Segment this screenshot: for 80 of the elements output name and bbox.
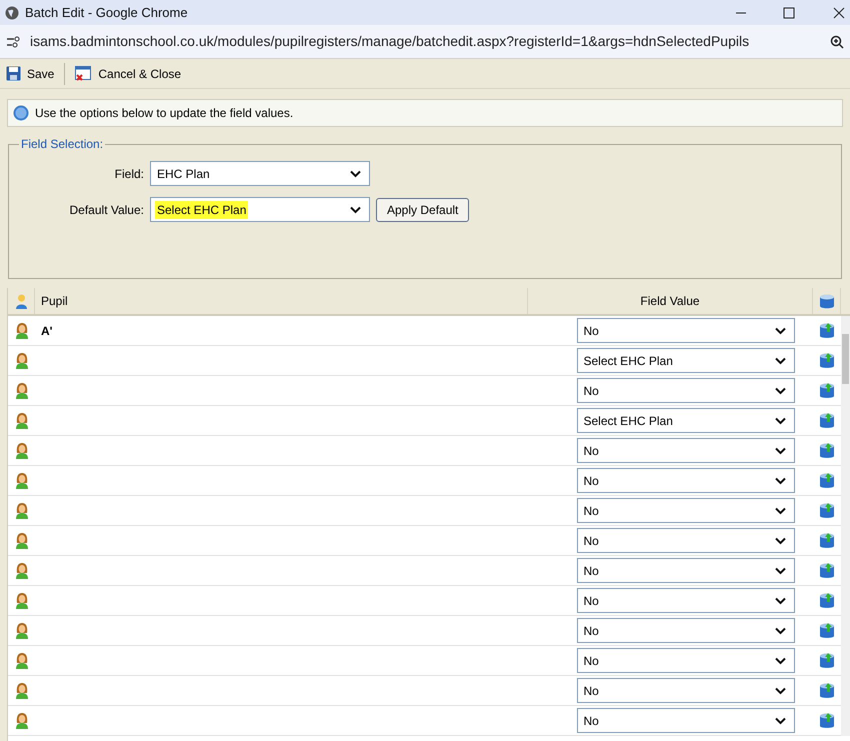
cancel-close-button[interactable]: Cancel & Close — [75, 64, 182, 82]
upload-icon[interactable] — [819, 652, 835, 669]
pupil-icon — [14, 682, 28, 700]
window-title: Batch Edit - Google Chrome — [25, 4, 189, 22]
dropdown[interactable]: No — [576, 468, 794, 493]
chevron-down-icon — [774, 416, 786, 424]
upload-icon[interactable] — [819, 712, 835, 729]
pupil-name: A' — [41, 324, 53, 338]
dropdown[interactable]: No — [576, 618, 794, 643]
column-header[interactable]: Pupil — [35, 288, 528, 314]
legend-text: Field Selection: — [20, 136, 104, 153]
chevron-down-icon — [774, 386, 786, 394]
close-icon[interactable] — [833, 6, 845, 18]
dropdown[interactable]: No — [576, 678, 794, 703]
save-button[interactable]: Save — [6, 64, 54, 82]
upload-icon[interactable] — [819, 442, 835, 459]
chevron-down-icon — [350, 206, 361, 214]
dropdown[interactable]: No — [576, 588, 794, 613]
pupil-icon — [14, 412, 28, 430]
database-icon — [818, 293, 834, 309]
upload-icon[interactable] — [819, 622, 835, 639]
dropdown[interactable]: No — [576, 318, 794, 343]
chevron-down-icon — [774, 506, 786, 514]
dropdown[interactable]: Select EHC Plan — [576, 408, 794, 433]
pupil-icon — [14, 652, 28, 670]
pupil-icon — [14, 442, 28, 460]
site-settings-icon[interactable] — [6, 36, 20, 48]
chevron-down-icon — [774, 446, 786, 454]
url-text[interactable]: isams.badmintonschool.co.uk/modules/pupilregisters/manage/batchedit.aspx?registerId=1&args=hdnSelectedPupils — [30, 31, 820, 52]
pupil-icon — [14, 532, 28, 550]
dropdown[interactable]: No — [576, 528, 794, 553]
upload-icon[interactable] — [819, 682, 835, 699]
apply-default-button[interactable]: Apply Default — [376, 198, 470, 222]
person-icon — [14, 293, 28, 309]
chevron-down-icon — [774, 326, 786, 334]
field-label: Field: — [114, 166, 144, 182]
dropdown[interactable]: No — [576, 438, 794, 463]
upload-icon[interactable] — [819, 472, 835, 489]
pupil-icon — [14, 322, 28, 340]
dropdown[interactable]: EHC Plan — [150, 161, 370, 186]
chevron-down-icon — [774, 596, 786, 604]
pupil-icon — [14, 382, 28, 400]
scrollbar[interactable] — [841, 316, 850, 736]
upload-icon[interactable] — [819, 412, 835, 429]
window-cancel-icon — [75, 66, 92, 82]
chevron-down-icon — [350, 170, 361, 178]
dropdown[interactable]: No — [576, 498, 794, 523]
chevron-down-icon — [774, 656, 786, 664]
upload-icon[interactable] — [819, 562, 835, 579]
pupil-icon — [14, 562, 28, 580]
chevron-down-icon — [774, 716, 786, 724]
chevron-down-icon — [774, 566, 786, 574]
upload-icon[interactable] — [819, 502, 835, 519]
upload-icon[interactable] — [819, 322, 835, 339]
dropdown[interactable]: Select EHC Plan — [576, 348, 794, 373]
info-text: Use the options below to update the field values. — [35, 105, 294, 122]
pupil-icon — [14, 712, 28, 730]
chevron-down-icon — [774, 356, 786, 364]
maximize-icon[interactable] — [783, 6, 795, 18]
chevron-down-icon — [774, 476, 786, 484]
dropdown[interactable]: Select EHC Plan — [150, 197, 370, 222]
column-header[interactable]: Field Value — [528, 288, 813, 314]
dropdown[interactable]: No — [576, 648, 794, 673]
pupil-icon — [14, 592, 28, 610]
default-value-label: Default Value: — [68, 202, 144, 218]
pupil-icon — [14, 352, 28, 370]
dropdown[interactable]: No — [576, 558, 794, 583]
upload-icon[interactable] — [819, 382, 835, 399]
pupil-icon — [14, 622, 28, 640]
dropdown[interactable]: No — [576, 708, 794, 733]
chevron-down-icon — [774, 536, 786, 544]
chevron-down-icon — [774, 686, 786, 694]
pupil-icon — [14, 472, 28, 490]
zoom-icon[interactable] — [830, 34, 844, 48]
upload-icon[interactable] — [819, 592, 835, 609]
dropdown[interactable]: No — [576, 378, 794, 403]
upload-icon[interactable] — [819, 352, 835, 369]
chevron-down-icon — [774, 626, 786, 634]
pupil-icon — [14, 502, 28, 520]
upload-icon[interactable] — [819, 532, 835, 549]
